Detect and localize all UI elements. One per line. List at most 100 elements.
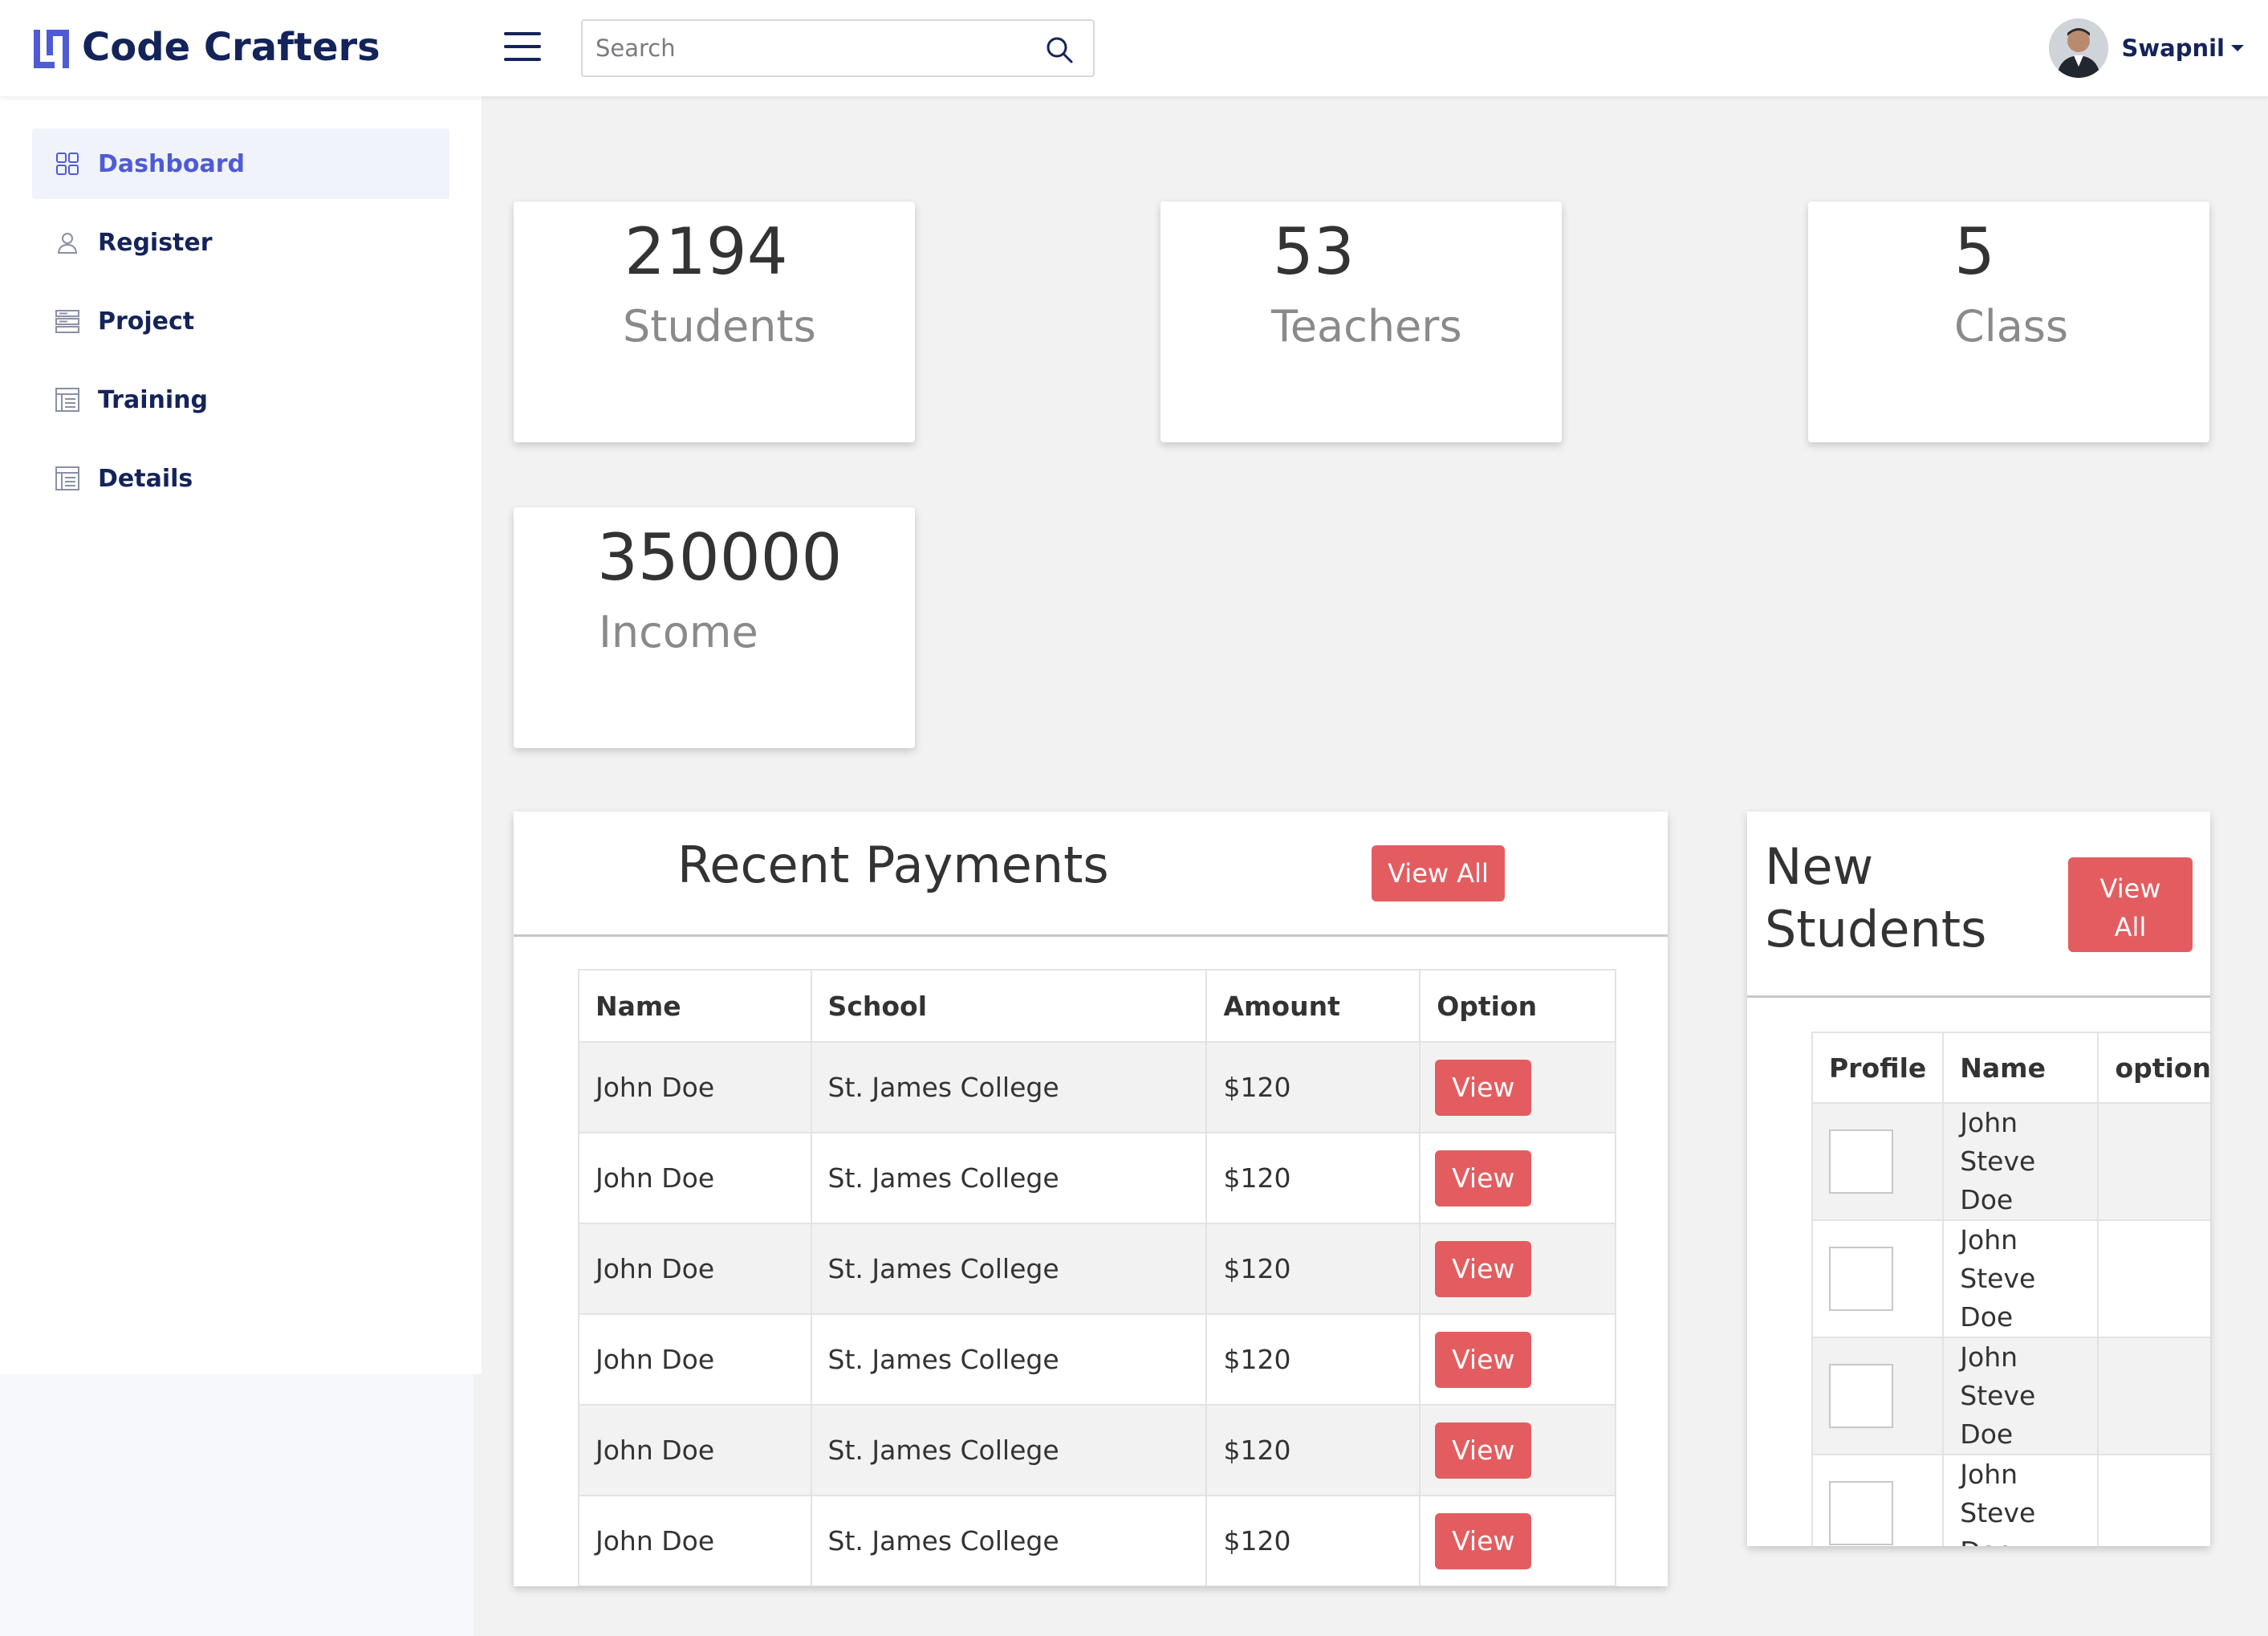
cell-option <box>2097 1219 2210 1338</box>
cell-option <box>2097 1102 2210 1221</box>
cell-amount: $120 <box>1205 1313 1421 1406</box>
profile-image <box>1829 1129 1893 1194</box>
sidebar-item-project[interactable]: Project <box>32 286 449 356</box>
table-header-row: Name School Amount Option <box>578 969 1616 1043</box>
cell-name: John Steve Doe <box>1942 1337 2099 1455</box>
sidebar-item-register[interactable]: Register <box>32 207 449 278</box>
column-header: option <box>2097 1032 2210 1104</box>
panel-title-line: New <box>1765 837 1874 896</box>
table-row: John Doe St. James College $120 View <box>578 1404 1616 1496</box>
table-row: John Steve Doe <box>1811 1219 2210 1338</box>
stat-value: 2194 <box>624 214 788 289</box>
stat-card-students: 2194 Students <box>514 201 915 442</box>
hamburger-menu-icon[interactable] <box>504 32 541 61</box>
button-label-line: All <box>2114 912 2147 942</box>
column-header: Option <box>1419 969 1616 1043</box>
cell-option: View <box>1419 1132 1616 1224</box>
stat-value: 5 <box>1954 214 1995 289</box>
stat-label: Students <box>623 301 816 352</box>
cell-school: St. James College <box>810 1041 1208 1133</box>
table-row: John Doe St. James College $120 View <box>578 1495 1616 1586</box>
profile-image <box>1829 1247 1893 1311</box>
name-line: John Steve <box>1960 1224 2036 1294</box>
view-button[interactable]: View <box>1435 1422 1532 1479</box>
view-button[interactable]: View <box>1435 1512 1532 1569</box>
sidebar-item-label: Dashboard <box>98 149 245 178</box>
profile-image <box>1829 1481 1893 1545</box>
sidebar-item-details[interactable]: Details <box>32 443 449 514</box>
server-icon <box>55 310 79 333</box>
table-row: John Steve Doe <box>1811 1102 2210 1221</box>
cell-school: St. James College <box>810 1495 1208 1586</box>
cell-option: View <box>1419 1223 1616 1315</box>
search-icon[interactable] <box>1045 35 1074 64</box>
grid-icon <box>56 153 79 175</box>
name-line: Doe <box>1960 1532 2081 1546</box>
view-button[interactable]: View <box>1435 1331 1532 1388</box>
stat-card-teachers: 53 Teachers <box>1160 201 1562 442</box>
view-button[interactable]: View <box>1435 1150 1532 1207</box>
table-row: John Steve Doe <box>1811 1337 2210 1455</box>
search-bar <box>581 19 1095 77</box>
cell-name: John Doe <box>578 1313 812 1406</box>
name-line: Doe <box>1960 1184 2014 1215</box>
sidebar-item-label: Details <box>98 464 193 493</box>
divider <box>1747 995 2210 998</box>
table-row: John Doe St. James College $120 View <box>578 1041 1616 1133</box>
table-header-row: Profile Name option <box>1811 1032 2210 1104</box>
column-header: Amount <box>1205 969 1421 1043</box>
cell-profile <box>1811 1337 1945 1455</box>
view-button[interactable]: View <box>1435 1059 1532 1116</box>
sidebar-item-training[interactable]: Training <box>32 364 449 435</box>
panel-title: New Students <box>1765 836 1986 960</box>
user-menu[interactable]: Swapnil <box>2049 18 2244 79</box>
cell-name: John Doe <box>578 1223 812 1315</box>
column-header: Name <box>578 969 812 1043</box>
view-button[interactable]: View <box>1435 1240 1532 1297</box>
cell-name: John Steve Doe <box>1942 1219 2099 1338</box>
cell-option: View <box>1419 1495 1616 1586</box>
view-all-button[interactable]: View All <box>1372 845 1505 901</box>
view-all-button[interactable]: View All <box>2068 857 2193 952</box>
sidebar-item-label: Training <box>98 385 208 414</box>
sidebar: Dashboard Register Project Training Deta… <box>0 96 482 1374</box>
sidebar-item-dashboard[interactable]: Dashboard <box>32 128 449 199</box>
cell-name: John Doe <box>578 1404 812 1496</box>
sidebar-item-label: Project <box>98 307 195 336</box>
cell-name: John Doe <box>578 1041 812 1133</box>
cell-amount: $120 <box>1205 1132 1421 1224</box>
panel-title-line: Students <box>1765 899 1987 958</box>
cell-school: St. James College <box>810 1132 1208 1224</box>
column-header: Profile <box>1811 1032 1945 1104</box>
list-icon <box>55 388 79 412</box>
sidebar-footer-area <box>0 1374 474 1636</box>
column-header: School <box>810 969 1208 1043</box>
stat-value: 53 <box>1273 214 1355 289</box>
stat-card-class: 5 Class <box>1808 201 2209 442</box>
profile-image <box>1829 1364 1893 1428</box>
table-row: John Doe St. James College $120 View <box>578 1223 1616 1315</box>
cell-school: St. James College <box>810 1223 1208 1315</box>
button-label-line: View <box>2099 873 2161 904</box>
brand-logo-icon <box>34 30 69 68</box>
stat-value: 350000 <box>597 520 843 595</box>
cell-profile <box>1811 1454 1945 1546</box>
cell-amount: $120 <box>1205 1495 1421 1586</box>
stat-label: Income <box>599 607 758 657</box>
name-line: Doe <box>1960 1418 2014 1450</box>
name-line: Doe <box>1960 1301 2014 1333</box>
brand[interactable]: Code Crafters <box>30 24 380 71</box>
stat-label: Teachers <box>1271 301 1462 352</box>
panel-title: Recent Payments <box>677 836 1109 894</box>
recent-payments-panel: Recent Payments View All Name School Amo… <box>514 812 1668 1586</box>
payments-table: Name School Amount Option John Doe St. J… <box>578 969 1616 1586</box>
cell-option <box>2097 1454 2210 1546</box>
column-header: Name <box>1942 1032 2099 1104</box>
cell-option: View <box>1419 1404 1616 1496</box>
user-name: Swapnil <box>2121 35 2225 62</box>
table-row: John Doe St. James College $120 View <box>578 1313 1616 1406</box>
cell-amount: $120 <box>1205 1041 1421 1133</box>
search-input[interactable] <box>595 31 1029 66</box>
user-icon <box>57 233 78 254</box>
brand-name: Code Crafters <box>82 25 380 70</box>
